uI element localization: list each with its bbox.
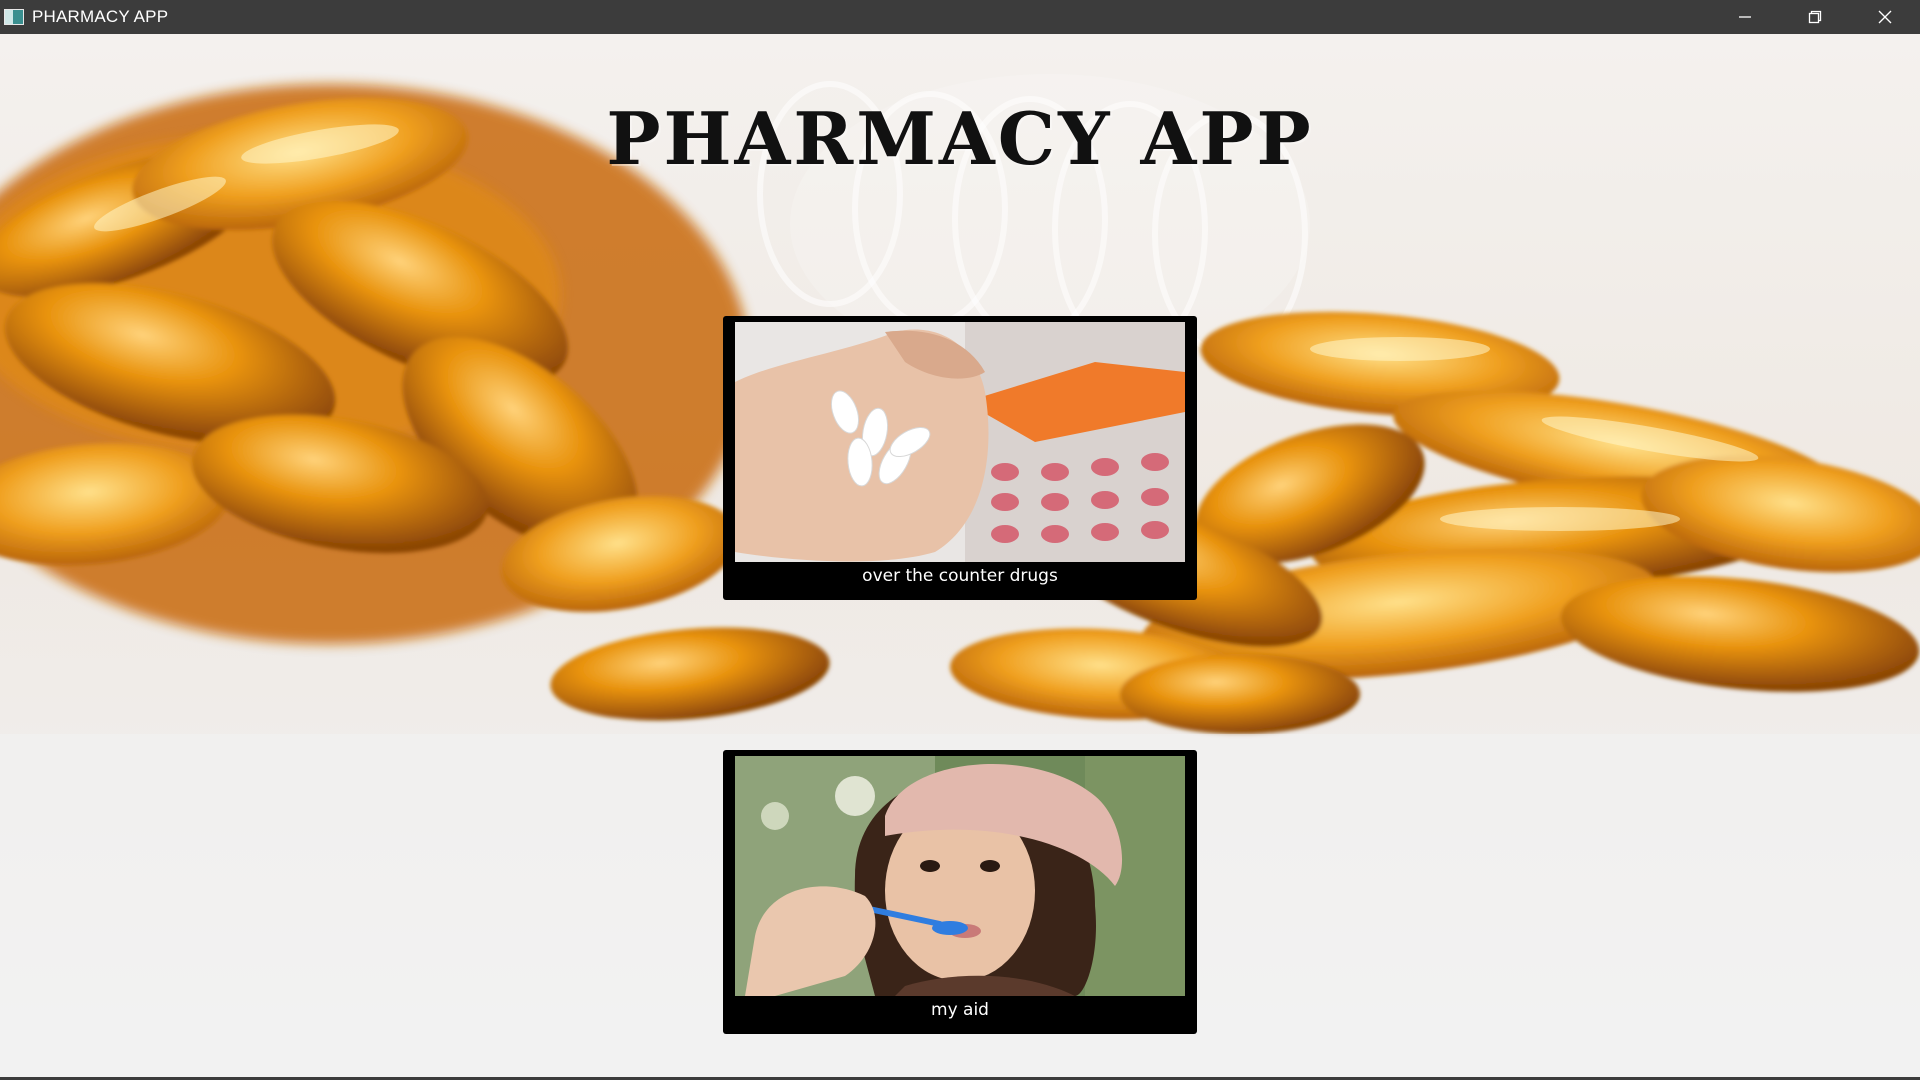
window-title: PHARMACY APP — [32, 7, 169, 26]
close-button[interactable] — [1850, 0, 1920, 34]
close-icon — [1878, 10, 1892, 24]
restore-icon — [1808, 10, 1822, 24]
maximize-button[interactable] — [1780, 0, 1850, 34]
minimize-icon — [1739, 16, 1751, 18]
my-aid-card[interactable]: my aid — [723, 750, 1197, 1034]
woman-taking-medicine-image — [735, 756, 1185, 996]
otc-drugs-card[interactable]: over the counter drugs — [723, 316, 1197, 600]
hand-holding-pills-image — [735, 322, 1185, 562]
otc-drugs-label: over the counter drugs — [862, 566, 1058, 586]
page-title: PHARMACY APP — [606, 96, 1314, 181]
my-aid-label: my aid — [931, 1000, 989, 1020]
window-controls — [1710, 0, 1920, 34]
window-titlebar: PHARMACY APP — [0, 0, 1920, 34]
minimize-button[interactable] — [1710, 0, 1780, 34]
app-icon — [4, 9, 24, 25]
main-area: PHARMACY APP over the counter drugs my a… — [0, 34, 1920, 1077]
